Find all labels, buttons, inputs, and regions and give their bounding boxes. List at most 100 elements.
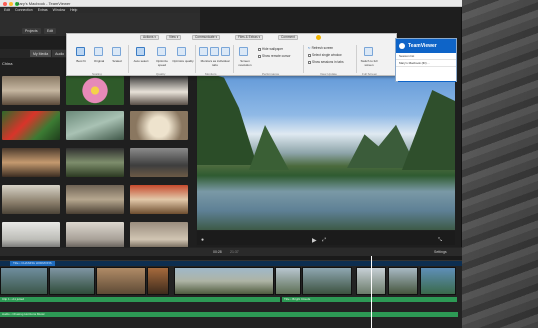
video-clip[interactable] xyxy=(96,267,146,295)
media-thumbnail[interactable] xyxy=(130,76,188,105)
media-thumbnail[interactable] xyxy=(130,111,188,140)
refresh-screen-label: Refresh screen xyxy=(311,46,334,50)
monitor-2-icon[interactable] xyxy=(210,47,219,56)
window-titlebar: Mary's Macbook - TeamViewer xyxy=(0,0,462,7)
media-thumbnail[interactable] xyxy=(130,148,188,177)
menu-extras[interactable]: Extras xyxy=(38,8,48,12)
view-label: View xyxy=(169,35,176,39)
full-screen-icon[interactable] xyxy=(364,47,373,56)
optimize-speed-icon[interactable] xyxy=(157,47,166,56)
microphone-icon[interactable]: ● xyxy=(201,237,204,243)
hide-wallpaper-label: Hide wallpaper xyxy=(262,47,284,51)
monitor-1-icon[interactable] xyxy=(199,47,208,56)
timeline-header: 00:28 21:37 Settings xyxy=(0,248,462,256)
media-thumbnail[interactable] xyxy=(66,148,124,177)
teamviewer-panel-header: TeamViewer xyxy=(396,39,456,53)
monitors-group-label: Monitors xyxy=(205,72,217,76)
full-screen-group-label: Full Screen xyxy=(362,72,378,76)
media-thumbnail[interactable] xyxy=(66,111,124,140)
expand-icon[interactable]: ⤡ xyxy=(438,237,442,243)
actions-label: Actions xyxy=(143,35,154,39)
menu-window[interactable]: Window xyxy=(53,8,65,12)
media-thumbnail[interactable] xyxy=(66,185,124,214)
settings-button[interactable]: Settings xyxy=(434,250,447,254)
projects-button[interactable]: Projects xyxy=(22,28,41,34)
session-row[interactable]: Mary's Macbook (ID) ... xyxy=(396,60,456,67)
play-button[interactable]: ▶ xyxy=(312,237,317,244)
video-clip[interactable] xyxy=(174,267,274,295)
files-extras-menu[interactable]: Files & Extras ▾ xyxy=(235,35,264,40)
media-thumbnail[interactable] xyxy=(2,185,60,214)
video-clip[interactable] xyxy=(420,267,456,295)
hide-wallpaper-checkbox[interactable]: Hide wallpaper xyxy=(258,47,283,51)
scaling-group-label: Scaling xyxy=(92,72,102,76)
show-remote-cursor-label: Show remote cursor xyxy=(262,54,291,58)
separator xyxy=(128,45,129,73)
video-clip[interactable] xyxy=(302,267,352,295)
media-thumbnail[interactable] xyxy=(2,111,60,140)
fullscreen-icon[interactable]: ⤢ xyxy=(322,237,326,243)
tab-my-media[interactable]: My Media xyxy=(30,50,52,57)
show-remote-cursor-checkbox[interactable]: Show remote cursor xyxy=(258,54,291,58)
select-single-window-button[interactable]: Select single window xyxy=(308,53,342,57)
view-update-group-label: View Update xyxy=(320,72,337,76)
separator xyxy=(303,45,304,73)
music-track[interactable]: Audio • Chasing Horizons Music xyxy=(0,312,458,317)
panel-bottom-strip xyxy=(398,81,456,82)
best-fit-icon[interactable] xyxy=(76,47,85,56)
separator xyxy=(356,45,357,73)
refresh-screen-button[interactable]: ↻ Refresh screen xyxy=(308,46,333,50)
video-clip[interactable] xyxy=(275,267,301,295)
video-clip[interactable] xyxy=(0,267,48,295)
media-thumbnail[interactable] xyxy=(2,148,60,177)
media-thumbnail[interactable] xyxy=(130,185,188,214)
media-thumbnail[interactable] xyxy=(66,76,124,105)
timeline-playhead[interactable] xyxy=(371,256,372,328)
optimize-quality-icon[interactable] xyxy=(177,47,186,56)
media-thumbnail[interactable] xyxy=(2,76,60,105)
monitors-tabs-label: Monitors as individual tabs xyxy=(200,59,230,67)
tab-audio[interactable]: Audio xyxy=(52,50,68,57)
edit-button[interactable]: Edit xyxy=(44,28,57,34)
separator xyxy=(195,45,196,73)
video-clip[interactable] xyxy=(388,267,418,295)
scaled-label: Scaled xyxy=(112,59,122,63)
title-clip[interactable]: Title • CHASING HORIZONS xyxy=(10,261,55,266)
auto-select-icon[interactable] xyxy=(136,47,145,56)
comment-label: Comment xyxy=(281,35,295,39)
show-sessions-in-tabs-checkbox[interactable]: Show sessions in tabs xyxy=(308,60,344,64)
original-label: Original xyxy=(93,59,105,63)
teamviewer-logo-icon xyxy=(399,43,405,49)
mountain-shape xyxy=(402,90,455,170)
scaled-icon[interactable] xyxy=(112,47,121,56)
close-window-button[interactable] xyxy=(3,1,7,6)
video-clip[interactable] xyxy=(147,267,169,295)
actions-menu[interactable]: Actions ▾ xyxy=(140,35,159,40)
video-clip[interactable] xyxy=(49,267,95,295)
screen-resolution-label: Screen resolution xyxy=(238,59,252,67)
audio-clip[interactable]: Title • Bright Clouds xyxy=(282,297,457,302)
title-track xyxy=(0,261,462,266)
screen-resolution-icon[interactable] xyxy=(239,47,248,56)
smiley-icon[interactable] xyxy=(316,35,321,40)
menu-connection[interactable]: Connection xyxy=(15,8,33,12)
desktop-wallpaper-right xyxy=(456,0,538,328)
performance-group-label: Performance xyxy=(262,72,280,76)
teamviewer-panel: TeamViewer Session list Mary's Macbook (… xyxy=(395,38,457,82)
comment-button[interactable]: Comment xyxy=(278,35,298,40)
original-icon[interactable] xyxy=(94,47,103,56)
session-list-header[interactable]: Session list xyxy=(396,53,456,60)
menu-edit[interactable]: Edit xyxy=(4,8,10,12)
audio-clip[interactable]: Clip 1 • A1 jutted xyxy=(0,297,280,302)
show-sessions-in-tabs-label: Show sessions in tabs xyxy=(312,60,344,64)
communicate-menu[interactable]: Communicate ▾ xyxy=(192,35,221,40)
window-title: Mary's Macbook - TeamViewer xyxy=(16,1,71,6)
optimize-quality-label: Optimize quality xyxy=(172,59,194,63)
minimize-window-button[interactable] xyxy=(9,1,13,6)
menu-help[interactable]: Help xyxy=(70,8,77,12)
auto-select-label: Auto select xyxy=(133,59,149,63)
video-preview[interactable] xyxy=(197,70,455,230)
mountain-shape xyxy=(249,125,289,170)
view-menu[interactable]: View ▾ xyxy=(166,35,182,40)
monitor-3-icon[interactable] xyxy=(221,47,230,56)
